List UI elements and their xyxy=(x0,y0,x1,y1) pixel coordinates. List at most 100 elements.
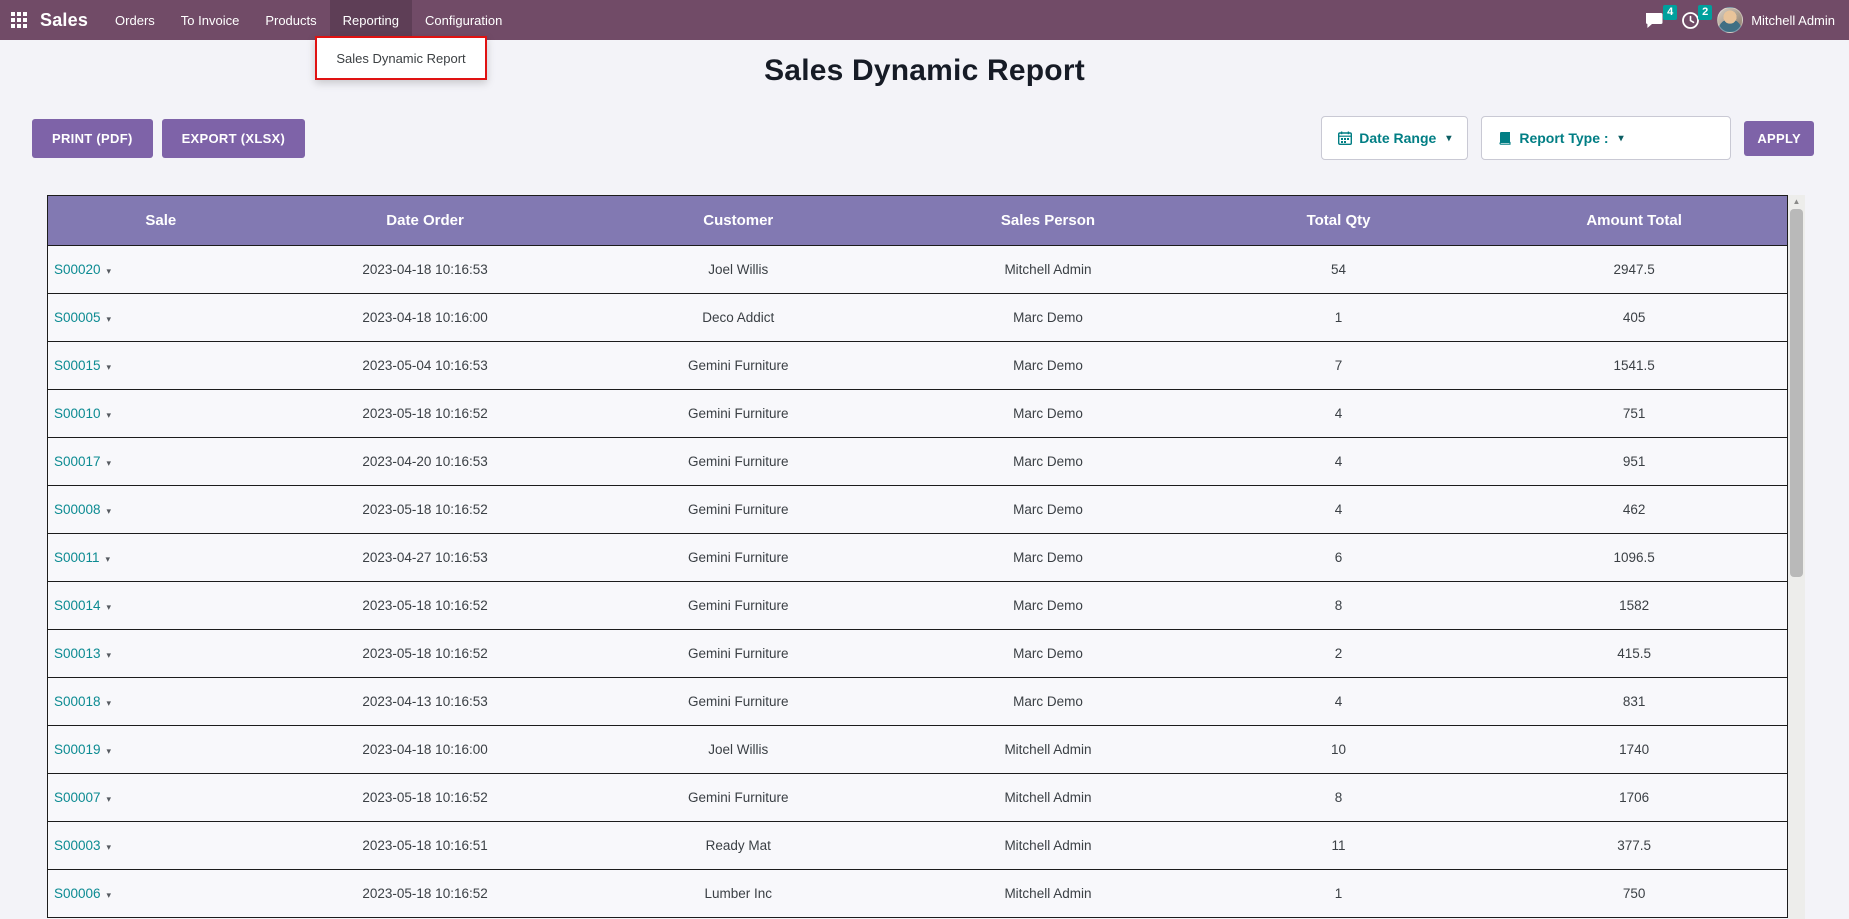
sale-order-link[interactable]: S00015 xyxy=(54,358,101,373)
nav-item-configuration[interactable]: Configuration xyxy=(412,0,515,40)
chevron-down-icon[interactable]: ▾ xyxy=(106,554,111,564)
amount-total-cell: 831 xyxy=(1481,678,1787,726)
date-order-cell: 2023-05-18 10:16:52 xyxy=(274,870,577,918)
nav-item-orders[interactable]: Orders xyxy=(102,0,168,40)
chevron-down-icon[interactable]: ▾ xyxy=(107,362,112,372)
date-order-cell: 2023-04-18 10:16:00 xyxy=(274,726,577,774)
calendar-icon xyxy=(1338,131,1352,145)
sale-order-link[interactable]: S00008 xyxy=(54,502,101,517)
total-qty-cell: 7 xyxy=(1196,342,1481,390)
report-type-dropdown[interactable]: Report Type : ▾ xyxy=(1481,116,1731,160)
table-row: S00017▾2023-04-20 10:16:53Gemini Furnitu… xyxy=(48,438,1788,486)
date-order-cell: 2023-05-18 10:16:52 xyxy=(274,630,577,678)
amount-total-cell: 377.5 xyxy=(1481,822,1787,870)
sale-order-link[interactable]: S00005 xyxy=(54,310,101,325)
sale-order-link[interactable]: S00006 xyxy=(54,886,101,901)
user-menu[interactable]: Mitchell Admin xyxy=(1717,7,1835,33)
sales-person-cell: Mitchell Admin xyxy=(900,246,1196,294)
total-qty-cell: 1 xyxy=(1196,294,1481,342)
sale-cell: S00008 ▾ xyxy=(48,486,274,534)
chevron-down-icon[interactable]: ▾ xyxy=(107,794,112,804)
chevron-down-icon[interactable]: ▾ xyxy=(107,602,112,612)
customer-cell: Joel Willis xyxy=(576,246,900,294)
table-row: S00003▾2023-05-18 10:16:51Ready MatMitch… xyxy=(48,822,1788,870)
date-order-cell: 2023-05-04 10:16:53 xyxy=(274,342,577,390)
nav-item-reporting[interactable]: Reporting xyxy=(330,0,412,40)
column-header-date-order: Date Order xyxy=(274,196,577,246)
sales-person-cell: Marc Demo xyxy=(900,582,1196,630)
date-order-cell: 2023-05-18 10:16:52 xyxy=(274,774,577,822)
chevron-down-icon[interactable]: ▾ xyxy=(107,314,112,324)
chevron-down-icon[interactable]: ▾ xyxy=(107,890,112,900)
table-row: S00020▾2023-04-18 10:16:53Joel WillisMit… xyxy=(48,246,1788,294)
chevron-down-icon[interactable]: ▾ xyxy=(107,458,112,468)
sale-order-link[interactable]: S00018 xyxy=(54,694,101,709)
sale-order-link[interactable]: S00014 xyxy=(54,598,101,613)
sale-order-link[interactable]: S00013 xyxy=(54,646,101,661)
total-qty-cell: 11 xyxy=(1196,822,1481,870)
sale-cell: S00013 ▾ xyxy=(48,630,274,678)
scroll-up-arrow-icon[interactable]: ▲ xyxy=(1788,198,1805,206)
total-qty-cell: 8 xyxy=(1196,774,1481,822)
table-row: S00019▾2023-04-18 10:16:00Joel WillisMit… xyxy=(48,726,1788,774)
chevron-down-icon[interactable]: ▾ xyxy=(107,842,112,852)
total-qty-cell: 1 xyxy=(1196,870,1481,918)
column-header-customer: Customer xyxy=(576,196,900,246)
vertical-scrollbar[interactable]: ▲ xyxy=(1788,195,1805,919)
apps-grid-icon[interactable] xyxy=(0,0,38,40)
chevron-down-icon[interactable]: ▾ xyxy=(107,506,112,516)
messages-button[interactable]: 4 xyxy=(1645,12,1664,29)
sales-person-cell: Marc Demo xyxy=(900,342,1196,390)
total-qty-cell: 4 xyxy=(1196,678,1481,726)
print-pdf-button[interactable]: PRINT (PDF) xyxy=(32,119,153,158)
sale-cell: S00020 ▾ xyxy=(48,246,274,294)
column-header-sales-person: Sales Person xyxy=(900,196,1196,246)
sale-cell: S00003 ▾ xyxy=(48,822,274,870)
sale-order-link[interactable]: S00011 xyxy=(54,550,100,565)
chevron-down-icon[interactable]: ▾ xyxy=(107,650,112,660)
date-order-cell: 2023-04-27 10:16:53 xyxy=(274,534,577,582)
sale-cell: S00007 ▾ xyxy=(48,774,274,822)
sale-cell: S00011 ▾ xyxy=(48,534,274,582)
customer-cell: Deco Addict xyxy=(576,294,900,342)
chevron-down-icon[interactable]: ▾ xyxy=(107,698,112,708)
chevron-down-icon[interactable]: ▾ xyxy=(107,746,112,756)
nav-item-products[interactable]: Products xyxy=(252,0,329,40)
customer-cell: Joel Willis xyxy=(576,726,900,774)
sale-cell: S00019 ▾ xyxy=(48,726,274,774)
scrollbar-thumb[interactable] xyxy=(1790,209,1803,577)
report-table-area: Sale Date Order Customer Sales Person To… xyxy=(47,195,1805,919)
customer-cell: Gemini Furniture xyxy=(576,630,900,678)
nav-item-to-invoice[interactable]: To Invoice xyxy=(168,0,253,40)
sale-order-link[interactable]: S00019 xyxy=(54,742,101,757)
customer-cell: Gemini Furniture xyxy=(576,774,900,822)
menu-item-label: Sales Dynamic Report xyxy=(336,51,465,66)
clock-icon xyxy=(1682,12,1699,29)
sales-person-cell: Marc Demo xyxy=(900,534,1196,582)
date-order-cell: 2023-04-13 10:16:53 xyxy=(274,678,577,726)
chevron-down-icon: ▾ xyxy=(1619,133,1624,144)
app-brand-sales[interactable]: Sales xyxy=(38,10,102,31)
apply-button[interactable]: APPLY xyxy=(1744,121,1814,156)
chevron-down-icon[interactable]: ▾ xyxy=(107,410,112,420)
total-qty-cell: 4 xyxy=(1196,390,1481,438)
total-qty-cell: 10 xyxy=(1196,726,1481,774)
date-range-dropdown[interactable]: Date Range ▾ xyxy=(1321,116,1468,160)
total-qty-cell: 8 xyxy=(1196,582,1481,630)
chevron-down-icon[interactable]: ▾ xyxy=(107,266,112,276)
sale-order-link[interactable]: S00017 xyxy=(54,454,101,469)
customer-cell: Gemini Furniture xyxy=(576,678,900,726)
sales-person-cell: Marc Demo xyxy=(900,630,1196,678)
export-xlsx-button[interactable]: EXPORT (XLSX) xyxy=(162,119,306,158)
activities-button[interactable]: 2 xyxy=(1682,12,1699,29)
sale-cell: S00017 ▾ xyxy=(48,438,274,486)
sales-person-cell: Mitchell Admin xyxy=(900,822,1196,870)
sale-order-link[interactable]: S00007 xyxy=(54,790,101,805)
sale-order-link[interactable]: S00003 xyxy=(54,838,101,853)
sale-order-link[interactable]: S00010 xyxy=(54,406,101,421)
table-row: S00018 ▾ 2023-04-13 10:16:53Gemini Furnitu… xyxy=(48,678,1788,726)
menu-item-sales-dynamic-report[interactable]: Sales Dynamic Report xyxy=(315,36,487,80)
amount-total-cell: 1582 xyxy=(1481,582,1787,630)
sale-order-link[interactable]: S00020 xyxy=(54,262,101,277)
date-order-cell: 2023-05-18 10:16:52 xyxy=(274,486,577,534)
